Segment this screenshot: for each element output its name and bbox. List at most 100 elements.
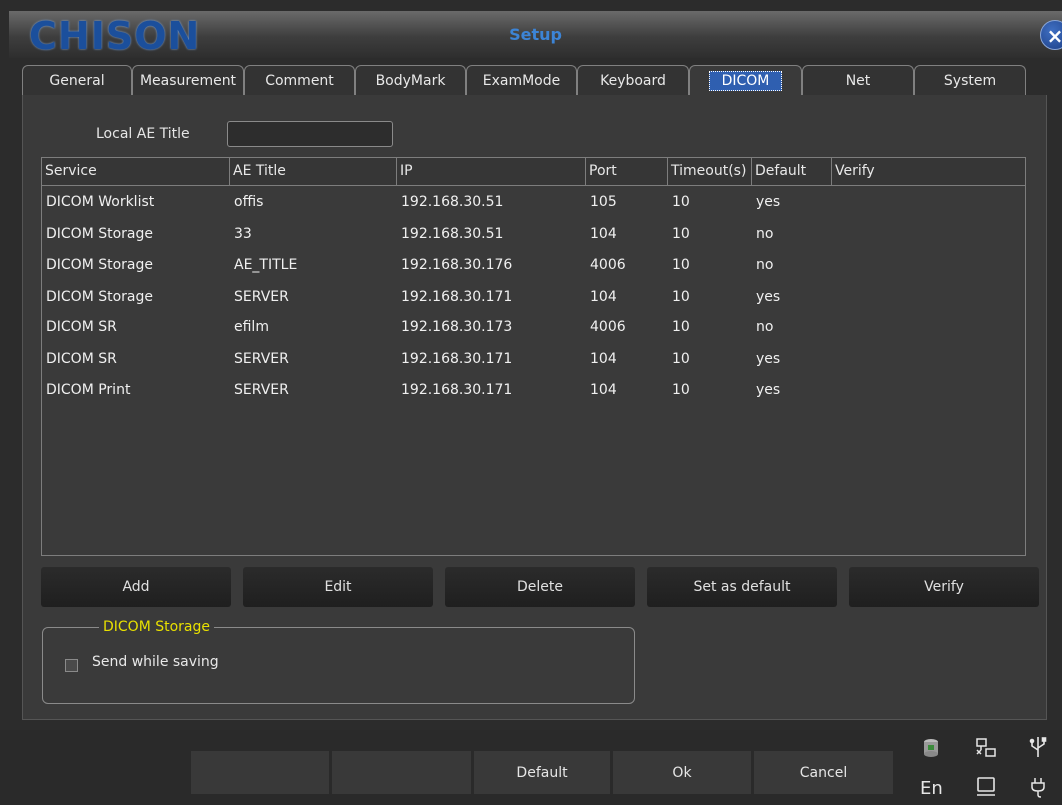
cell-default: no: [756, 226, 774, 242]
col-verify[interactable]: Verify: [832, 158, 1025, 185]
tab-bodymark[interactable]: BodyMark: [355, 65, 466, 95]
cell-port: 4006: [590, 257, 626, 273]
disk-icon: [921, 737, 941, 759]
table-row[interactable]: DICOM SR efilm 192.168.30.173 4006 10 no: [42, 312, 1025, 343]
cell-ip: 192.168.30.171: [401, 351, 513, 367]
cell-service: DICOM Storage: [46, 226, 154, 242]
cell-ae-title: SERVER: [234, 289, 289, 305]
power-plug-icon: [1028, 775, 1048, 799]
close-button[interactable]: ×: [1040, 20, 1062, 50]
send-while-saving-checkbox[interactable]: [65, 659, 78, 672]
tab-label: BodyMark: [375, 72, 446, 89]
send-while-saving-label[interactable]: Send while saving: [92, 654, 219, 670]
tab-label: System: [943, 72, 997, 89]
table-row[interactable]: DICOM Print SERVER 192.168.30.171 104 10…: [42, 375, 1025, 406]
verify-button[interactable]: Verify: [849, 567, 1039, 607]
cell-ae-title: 33: [234, 226, 252, 242]
cell-service: DICOM Storage: [46, 289, 154, 305]
setup-window: CHISON Setup × General Measurement Comme…: [0, 0, 1062, 805]
cell-port: 104: [590, 289, 617, 305]
cell-port: 105: [590, 194, 617, 210]
tab-measurement[interactable]: Measurement: [132, 65, 244, 95]
cell-ip: 192.168.30.171: [401, 289, 513, 305]
col-service[interactable]: Service: [42, 158, 230, 185]
col-default[interactable]: Default: [752, 158, 832, 185]
table-row[interactable]: DICOM Storage 33 192.168.30.51 104 10 no: [42, 219, 1025, 250]
tab-bar: General Measurement Comment BodyMark Exa…: [22, 65, 1032, 95]
cell-ae-title: offis: [234, 194, 264, 210]
title-bar: CHISON Setup ×: [9, 11, 1062, 58]
add-button[interactable]: Add: [41, 567, 231, 607]
cell-ip: 192.168.30.173: [401, 319, 513, 335]
tab-dicom[interactable]: DICOM: [689, 65, 802, 95]
default-button[interactable]: Default: [473, 750, 611, 795]
cell-service: DICOM SR: [46, 351, 117, 367]
table-row[interactable]: DICOM Worklist offis 192.168.30.51 105 1…: [42, 187, 1025, 218]
dicom-services-table[interactable]: Service AE Title IP Port Timeout(s) Defa…: [41, 157, 1026, 556]
ok-button[interactable]: Ok: [612, 750, 752, 795]
cell-timeout: 10: [672, 382, 690, 398]
group-title: DICOM Storage: [99, 618, 215, 636]
language-indicator[interactable]: En: [920, 778, 943, 799]
cell-default: yes: [756, 289, 781, 305]
cell-ae-title: AE_TITLE: [234, 257, 298, 273]
cell-timeout: 10: [672, 257, 690, 273]
cell-ae-title: SERVER: [234, 382, 289, 398]
local-ae-title-input[interactable]: [227, 121, 393, 147]
cell-ae-title: SERVER: [234, 351, 289, 367]
table-row[interactable]: DICOM SR SERVER 192.168.30.171 104 10 ye…: [42, 344, 1025, 375]
table-row[interactable]: DICOM Storage AE_TITLE 192.168.30.176 40…: [42, 250, 1025, 281]
network-icon: [975, 737, 997, 759]
tab-label: Net: [845, 72, 871, 89]
table-row[interactable]: DICOM Storage SERVER 192.168.30.171 104 …: [42, 282, 1025, 313]
tab-label: DICOM: [708, 70, 783, 91]
delete-button[interactable]: Delete: [445, 567, 635, 607]
tab-exammode[interactable]: ExamMode: [466, 65, 577, 95]
cell-service: DICOM Storage: [46, 257, 154, 273]
tab-label: Measurement: [139, 72, 237, 89]
tab-label: Comment: [265, 72, 334, 89]
cell-port: 104: [590, 382, 617, 398]
cell-port: 104: [590, 351, 617, 367]
col-ip[interactable]: IP: [397, 158, 586, 185]
cell-ip: 192.168.30.171: [401, 382, 513, 398]
monitor-icon: [975, 775, 997, 799]
cell-default: no: [756, 257, 774, 273]
cell-service: DICOM Print: [46, 382, 131, 398]
cell-port: 4006: [590, 319, 626, 335]
tab-label: ExamMode: [482, 72, 561, 89]
tab-system[interactable]: System: [914, 65, 1026, 95]
tab-comment[interactable]: Comment: [244, 65, 355, 95]
set-default-button[interactable]: Set as default: [647, 567, 837, 607]
edit-button[interactable]: Edit: [243, 567, 433, 607]
cell-timeout: 10: [672, 319, 690, 335]
cell-ae-title: efilm: [234, 319, 269, 335]
cell-timeout: 10: [672, 289, 690, 305]
cell-timeout: 10: [672, 226, 690, 242]
col-ae-title[interactable]: AE Title: [230, 158, 397, 185]
window-title: Setup: [509, 25, 562, 44]
tab-general[interactable]: General: [22, 65, 132, 95]
cell-ip: 192.168.30.51: [401, 194, 504, 210]
cell-service: DICOM SR: [46, 319, 117, 335]
tab-net[interactable]: Net: [802, 65, 914, 95]
usb-icon: [1028, 735, 1048, 759]
tab-keyboard[interactable]: Keyboard: [577, 65, 689, 95]
blank-softkey-2[interactable]: [331, 750, 472, 795]
dicom-storage-group: DICOM Storage Send while saving: [42, 618, 635, 704]
cell-timeout: 10: [672, 351, 690, 367]
cell-default: yes: [756, 194, 781, 210]
tab-label: General: [49, 72, 105, 89]
cell-timeout: 10: [672, 194, 690, 210]
tab-label: Keyboard: [600, 72, 666, 89]
cell-port: 104: [590, 226, 617, 242]
cancel-button[interactable]: Cancel: [753, 750, 894, 795]
col-port[interactable]: Port: [586, 158, 668, 185]
col-timeout[interactable]: Timeout(s): [668, 158, 752, 185]
cell-default: yes: [756, 382, 781, 398]
cell-ip: 192.168.30.176: [401, 257, 513, 273]
cell-default: no: [756, 319, 774, 335]
blank-softkey-1[interactable]: [190, 750, 330, 795]
table-header: Service AE Title IP Port Timeout(s) Defa…: [42, 158, 1025, 186]
cell-default: yes: [756, 351, 781, 367]
